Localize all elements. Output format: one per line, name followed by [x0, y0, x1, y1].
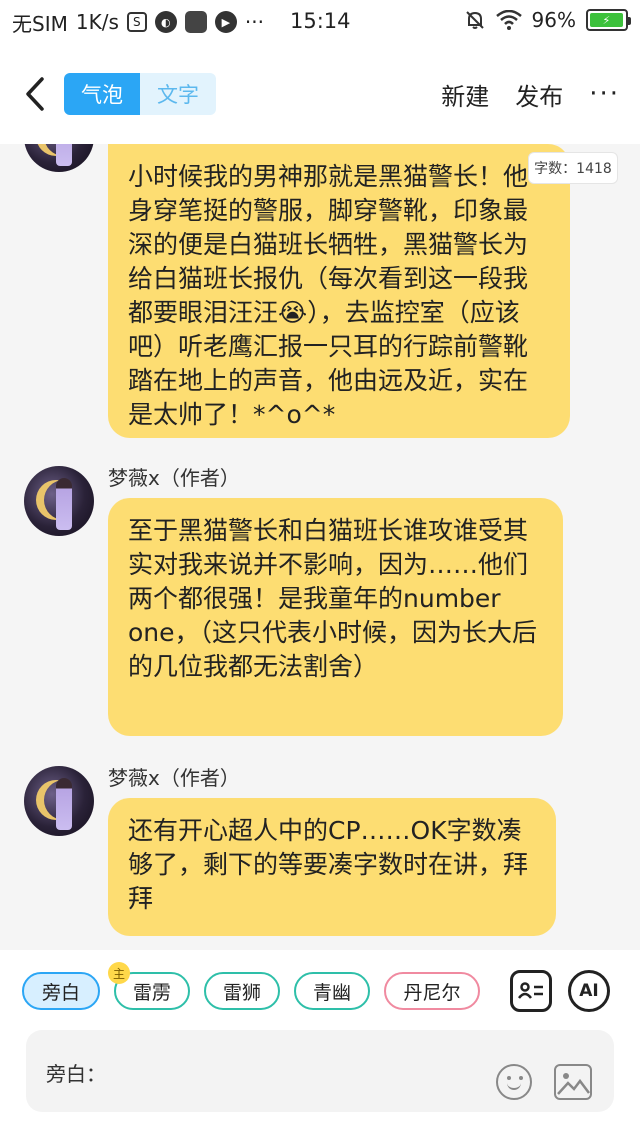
- avatar[interactable]: [24, 144, 94, 172]
- character-label: 旁白: [41, 981, 80, 1004]
- input-speaker-label: 旁白：: [46, 1062, 106, 1086]
- clock: 15:14: [290, 9, 351, 33]
- message-input[interactable]: 旁白：: [26, 1030, 614, 1112]
- character-chip-danier[interactable]: 丹尼尔: [384, 972, 480, 1010]
- ai-button[interactable]: AI: [568, 970, 610, 1012]
- mode-toggle: 气泡 文字: [64, 73, 216, 115]
- more-options-button[interactable]: ···: [589, 79, 620, 109]
- status-left: 无SIM 1K/s S ◐ ▶ ···: [12, 8, 264, 37]
- publish-button[interactable]: 发布: [515, 77, 563, 112]
- game-icon: ◐: [154, 11, 177, 33]
- avatar[interactable]: [24, 466, 94, 536]
- tab-bubble[interactable]: 气泡: [64, 73, 140, 115]
- character-label: 青幽: [312, 981, 351, 1004]
- tab-text[interactable]: 文字: [140, 73, 216, 115]
- play-icon: ▶: [214, 11, 237, 33]
- message-bubble[interactable]: 至于黑猫警长和白猫班长谁攻谁受其实对我来说并不影响，因为……他们两个都很强！是我…: [108, 498, 563, 736]
- battery-icon: ⚡: [586, 9, 631, 31]
- battery-percent: 96%: [531, 8, 576, 32]
- image-icon[interactable]: [554, 1064, 592, 1100]
- emoji-icon[interactable]: [496, 1064, 532, 1100]
- character-chip-leishi[interactable]: 雷狮: [204, 972, 280, 1010]
- chevron-left-icon: [26, 77, 44, 111]
- bell-off-icon: [465, 11, 484, 29]
- s-box-icon: S: [126, 12, 147, 32]
- more-dots-icon: ···: [244, 10, 264, 34]
- word-count-badge: 字数：1418: [528, 152, 618, 184]
- new-button[interactable]: 新建: [441, 77, 489, 112]
- contact-card-icon: [518, 982, 543, 999]
- app-square-icon: [184, 11, 207, 33]
- character-label: 丹尼尔: [403, 981, 461, 1004]
- header-actions: 新建 发布 ···: [441, 77, 620, 112]
- chat-area[interactable]: 小时候我的男神那就是黑猫警长！他身穿笔挺的警服，脚穿警靴，印象最深的便是白猫班长…: [0, 144, 640, 950]
- network-speed: 1K/s: [75, 10, 119, 34]
- main-badge: 主: [108, 962, 130, 984]
- character-card-button[interactable]: [510, 970, 552, 1012]
- character-label: 雷狮: [222, 981, 261, 1004]
- character-chip-qingyou[interactable]: 青幽: [294, 972, 370, 1010]
- character-chip-narrator[interactable]: 旁白: [22, 972, 100, 1010]
- status-right: 96% ⚡: [464, 8, 631, 32]
- message-bubble[interactable]: 小时候我的男神那就是黑猫警长！他身穿笔挺的警服，脚穿警靴，印象最深的便是白猫班长…: [108, 144, 570, 438]
- back-button[interactable]: [20, 74, 50, 114]
- character-label: 雷雳: [132, 981, 171, 1004]
- top-nav: 气泡 文字 新建 发布 ···: [0, 44, 640, 144]
- avatar[interactable]: [24, 766, 94, 836]
- bottom-panel: 旁白 主 雷雳 雷狮 青幽 丹尼尔 AI 旁白：: [0, 950, 640, 1138]
- character-chip-leili[interactable]: 主 雷雳: [108, 962, 190, 1010]
- ai-label: AI: [579, 981, 599, 1001]
- status-bar: 无SIM 1K/s S ◐ ▶ ··· 15:14 96% ⚡: [0, 0, 640, 44]
- character-selector: 旁白 主 雷雳 雷狮 青幽 丹尼尔: [22, 962, 502, 1012]
- carrier-text: 无SIM: [12, 11, 68, 36]
- message-bubble[interactable]: 还有开心超人中的CP……OK字数凑够了，剩下的等要凑字数时在讲，拜拜: [108, 798, 556, 936]
- wifi-icon: [495, 10, 522, 30]
- author-name: 梦薇x（作者）: [108, 466, 240, 490]
- author-name: 梦薇x（作者）: [108, 766, 240, 790]
